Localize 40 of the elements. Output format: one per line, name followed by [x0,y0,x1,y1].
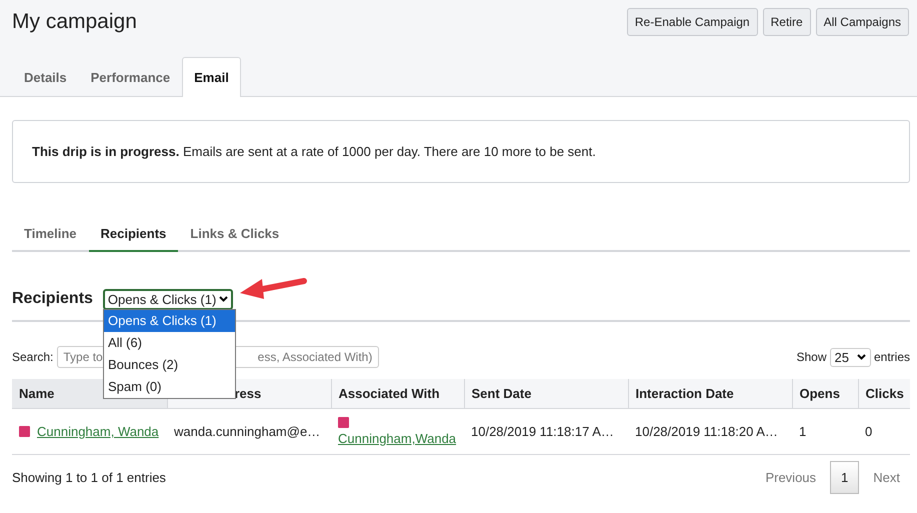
dropdown-option[interactable]: Opens & Clicks (1) [104,310,235,332]
column-header[interactable]: Opens [792,379,858,408]
column-header[interactable]: Clicks [858,379,910,408]
chevron-icon [219,296,228,302]
alert-text: This drip is in progress. Emails are sent at a rate of 1000 per day. There are 10 more to be sent. [32,144,596,159]
table-cell: 1 [792,408,858,454]
associated-link[interactable]: Cunningham,Wanda [338,431,456,446]
show-label: Show [796,350,826,364]
table-cell: 0 [858,408,910,454]
dropdown-option[interactable]: Bounces (2) [104,354,235,376]
column-header[interactable]: Associated With [331,379,464,408]
action-button[interactable]: Retire [762,8,811,36]
section-heading: Recipients [12,290,93,308]
tab[interactable]: Details [12,57,79,97]
table-cell: 10/28/2019 11:18:20 A… [628,408,792,454]
dropdown-option[interactable]: All (6) [104,332,235,354]
name-link[interactable]: Cunningham, Wanda [37,424,159,439]
search-label: Search: [12,350,54,364]
sub-tab[interactable]: Recipients [88,218,178,252]
table-cell: wanda.cunningham@e… [167,408,331,454]
page-button[interactable]: 1 [830,461,860,494]
status-square-icon [19,426,30,437]
tab[interactable]: Performance [78,57,182,97]
column-header[interactable]: Interaction Date [628,379,792,408]
status-square-icon [338,417,349,428]
next-link[interactable]: Next [863,462,910,493]
chevron-icon [856,354,866,360]
page-size-select[interactable]: 25 [830,348,871,366]
action-button[interactable]: All Campaigns [816,8,909,36]
sub-tab[interactable]: Timeline [12,218,89,252]
tab[interactable]: Email [182,57,241,97]
action-button[interactable]: Re-Enable Campaign [626,8,758,36]
table-info: Showing 1 to 1 of 1 entries [12,470,166,485]
table-cell: 10/28/2019 11:18:17 A… [464,408,628,454]
column-header[interactable]: Sent Date [464,379,628,408]
page-title: My campaign [12,9,137,35]
sub-tab[interactable]: Links & Clicks [178,218,292,252]
entries-label: entries [874,350,910,364]
placeholder-text: ess, Associated With) [258,350,372,364]
previous-link[interactable]: Previous [755,462,826,493]
